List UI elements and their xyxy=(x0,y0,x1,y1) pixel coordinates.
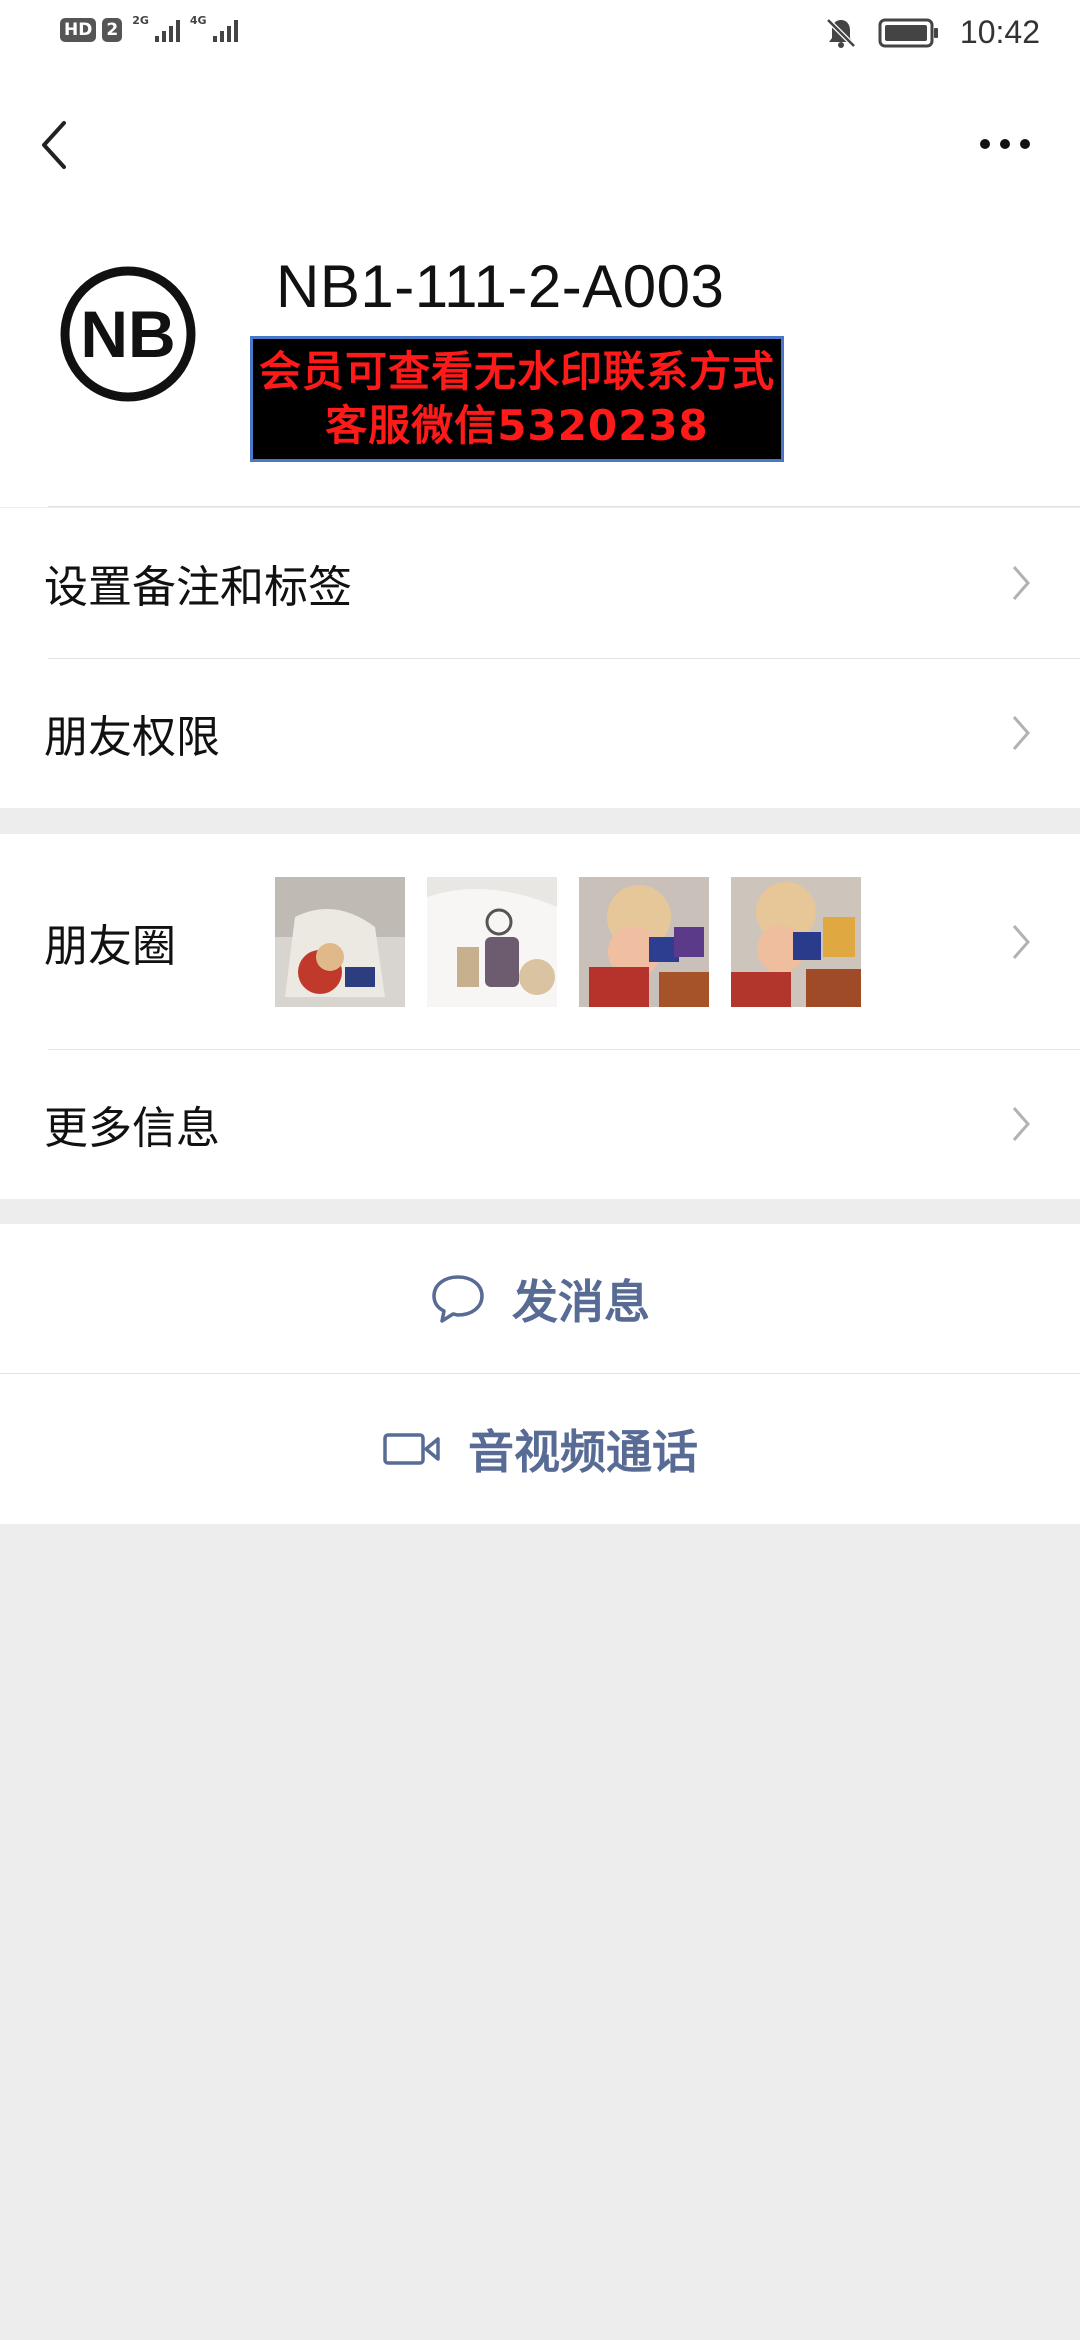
moments-thumbnail[interactable] xyxy=(427,877,557,1007)
divider xyxy=(48,506,1080,507)
signal-icon xyxy=(212,18,238,42)
settings-group: 设置备注和标签 朋友权限 xyxy=(0,508,1080,808)
network-4g-label: 4G xyxy=(189,13,207,27)
video-camera-icon xyxy=(383,1433,440,1465)
watermark-banner: 会员可查看无水印联系方式 客服微信5320238 xyxy=(250,336,784,462)
watermark-line-2: 客服微信5320238 xyxy=(325,401,709,450)
signal-icon xyxy=(154,18,180,42)
dot xyxy=(1020,139,1030,149)
more-dots-icon[interactable] xyxy=(980,132,1040,156)
mute-bell-icon xyxy=(826,17,856,48)
moments-thumbnail[interactable] xyxy=(731,877,861,1007)
watermark-line-1: 会员可查看无水印联系方式 xyxy=(258,347,775,396)
status-right: 10:42 xyxy=(824,14,1040,51)
moments-thumbnail[interactable] xyxy=(275,877,405,1007)
remark-and-tags-label: 设置备注和标签 xyxy=(44,562,352,613)
battery-icon xyxy=(878,18,938,47)
chevron-right-icon xyxy=(1012,924,1030,959)
dot xyxy=(980,139,990,149)
friend-permissions-row[interactable]: 朋友权限 xyxy=(0,658,1080,808)
send-message-label: 发消息 xyxy=(512,1275,650,1329)
profile-header: NB NB1-111-2-A003 会员可查看无水印联系方式 客服微信53202… xyxy=(0,212,1080,507)
sim-badge: 2 xyxy=(102,18,123,42)
status-left: HD 2 2G 4G xyxy=(60,14,238,42)
moments-thumbnail[interactable] xyxy=(579,877,709,1007)
chevron-left-icon[interactable] xyxy=(36,117,76,173)
chevron-right-icon xyxy=(1012,566,1030,600)
remark-and-tags-row[interactable]: 设置备注和标签 xyxy=(0,508,1080,658)
chat-bubble-icon xyxy=(432,1275,484,1323)
moments-row[interactable]: 朋友圈 xyxy=(0,834,1080,1049)
send-message-button[interactable]: 发消息 xyxy=(0,1224,1080,1374)
contact-name: NB1-111-2-A003 xyxy=(276,253,725,320)
video-call-button[interactable]: 音视频通话 xyxy=(0,1374,1080,1524)
video-call-label: 音视频通话 xyxy=(468,1425,698,1479)
moments-thumbnails xyxy=(275,877,861,1007)
status-bar: HD 2 2G 4G 10:42 xyxy=(0,0,1080,72)
friend-permissions-label: 朋友权限 xyxy=(44,712,220,763)
hd-badge: HD xyxy=(60,18,97,42)
dot xyxy=(1000,139,1010,149)
avatar[interactable]: NB xyxy=(58,264,198,404)
more-info-label: 更多信息 xyxy=(44,1103,220,1154)
avatar-text: NB xyxy=(80,297,175,371)
moments-label: 朋友圈 xyxy=(44,920,176,972)
more-info-row[interactable]: 更多信息 xyxy=(0,1049,1080,1199)
chevron-right-icon xyxy=(1012,716,1030,750)
info-group: 朋友圈 更多信息 xyxy=(0,834,1080,1199)
chevron-right-icon xyxy=(1012,1107,1030,1141)
network-2g-label: 2G xyxy=(132,13,149,27)
clock: 10:42 xyxy=(959,14,1040,50)
top-nav xyxy=(0,72,1080,212)
